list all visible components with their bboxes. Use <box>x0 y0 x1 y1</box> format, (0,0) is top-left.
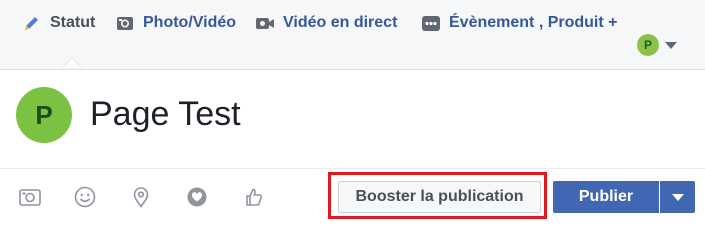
identity-avatar[interactable]: P <box>637 34 659 56</box>
location-pin-icon[interactable] <box>128 184 154 210</box>
publish-button[interactable]: Publier <box>553 181 659 213</box>
composer-tabs-bar: Statut Photo/Vidéo Vidéo en direct Évène… <box>0 0 705 70</box>
tab-label: Statut <box>50 14 96 31</box>
identity-dropdown-icon[interactable] <box>665 42 677 49</box>
tab-label: Évènement , Produit + <box>449 14 618 31</box>
camera-icon <box>115 13 135 33</box>
tab-live-video[interactable]: Vidéo en direct <box>255 12 397 34</box>
video-camera-icon <box>255 13 275 33</box>
heart-badge-icon[interactable] <box>184 184 210 210</box>
tab-event-product[interactable]: Évènement , Produit + <box>421 12 617 34</box>
page-avatar: P <box>16 87 72 143</box>
camera-icon[interactable] <box>17 184 43 210</box>
more-dots-icon <box>421 13 441 33</box>
pencil-icon <box>22 13 42 33</box>
thumbs-up-icon[interactable] <box>241 184 267 210</box>
tab-photo-video[interactable]: Photo/Vidéo <box>115 12 236 34</box>
publish-options-button[interactable] <box>660 181 695 213</box>
smiley-icon[interactable] <box>72 184 98 210</box>
tab-label: Vidéo en direct <box>283 14 398 31</box>
active-tab-indicator <box>63 58 81 68</box>
tab-statut[interactable]: Statut <box>22 12 95 34</box>
tab-label: Photo/Vidéo <box>143 14 237 31</box>
divider <box>0 168 705 169</box>
boost-post-button[interactable]: Booster la publication <box>338 181 541 213</box>
chevron-down-icon <box>671 193 684 201</box>
composer-input[interactable]: Page Test <box>90 95 241 134</box>
